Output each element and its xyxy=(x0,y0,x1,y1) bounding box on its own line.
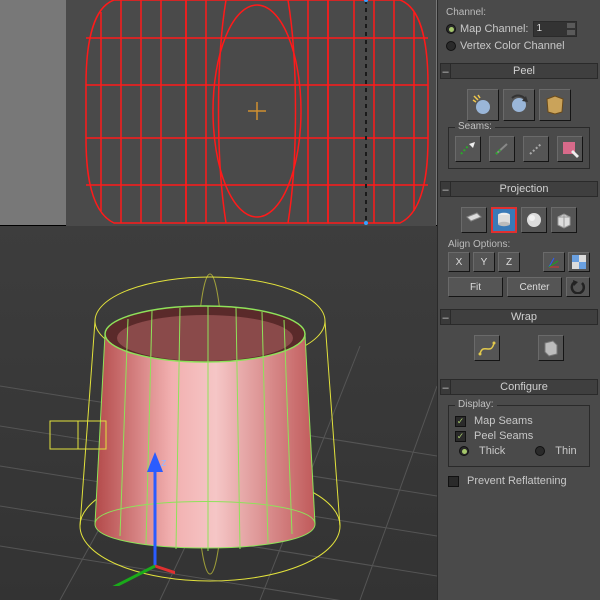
align-normal-button[interactable] xyxy=(543,252,565,272)
collapse-icon[interactable]: – xyxy=(441,380,451,394)
command-panel: Channel: Map Channel: 1 Vertex Color Cha… xyxy=(437,0,600,600)
map-channel-label: Map Channel: xyxy=(460,23,529,35)
configure-title: Configure xyxy=(451,379,597,395)
vertex-color-label: Vertex Color Channel xyxy=(460,40,565,52)
align-view-button[interactable] xyxy=(568,252,590,272)
fit-button[interactable]: Fit xyxy=(448,277,503,297)
map-channel-radio[interactable] xyxy=(446,24,456,34)
transform-gizmo[interactable]: z y xyxy=(35,446,175,586)
point-to-point-seam-button[interactable] xyxy=(523,136,549,162)
align-y-button[interactable]: Y xyxy=(473,252,495,272)
projection-rollout: – Projection Align Options: X xyxy=(440,181,598,303)
wrap-rollout-header[interactable]: – Wrap xyxy=(440,309,598,325)
align-options-label: Align Options: xyxy=(448,239,590,250)
vertex-color-radio[interactable] xyxy=(446,41,456,51)
thin-radio[interactable] xyxy=(535,446,545,456)
configure-rollout-header[interactable]: – Configure xyxy=(440,379,598,395)
seams-label: Seams: xyxy=(455,121,495,132)
quick-peel-button[interactable] xyxy=(467,89,499,121)
uv-mesh xyxy=(66,0,436,226)
edge-sel-to-seam-button[interactable] xyxy=(455,136,481,162)
map-channel-value[interactable]: 1 xyxy=(534,22,566,36)
collapse-icon[interactable]: – xyxy=(441,310,451,324)
spinner-up-icon[interactable] xyxy=(566,22,576,29)
spherical-map-button[interactable] xyxy=(521,207,547,233)
perspective-viewport[interactable]: z y xyxy=(0,226,437,600)
prevent-reflatten-check[interactable] xyxy=(448,476,459,487)
spinner-down-icon[interactable] xyxy=(566,29,576,36)
cylindrical-map-button[interactable] xyxy=(491,207,517,233)
seam-to-edge-sel-button[interactable] xyxy=(489,136,515,162)
pelt-button[interactable] xyxy=(539,89,571,121)
projection-rollout-header[interactable]: – Projection xyxy=(440,181,598,197)
collapse-icon[interactable]: – xyxy=(441,64,451,78)
thick-radio[interactable] xyxy=(459,446,469,456)
uv-canvas-bounds xyxy=(66,0,436,226)
projection-title: Projection xyxy=(451,181,597,197)
wrap-rollout: – Wrap xyxy=(440,309,598,373)
align-z-button[interactable]: Z xyxy=(498,252,520,272)
peel-reset-button[interactable] xyxy=(503,89,535,121)
planar-map-button[interactable] xyxy=(461,207,487,233)
map-channel-spinner[interactable]: 1 xyxy=(533,21,577,37)
peel-rollout: – Peel Seams: xyxy=(440,63,598,175)
center-button[interactable]: Center xyxy=(507,277,562,297)
uv-editor-viewport[interactable] xyxy=(0,0,437,226)
peel-title: Peel xyxy=(451,63,597,79)
unfold-map-button[interactable] xyxy=(538,335,564,361)
svg-text:z: z xyxy=(161,457,167,469)
channel-heading: Channel: xyxy=(446,7,592,18)
configure-rollout: – Configure Display: Map Seams Peel Seam… xyxy=(440,379,598,496)
thick-label: Thick xyxy=(479,445,505,457)
thin-label: Thin xyxy=(555,445,576,457)
wrap-title: Wrap xyxy=(451,309,597,325)
peel-rollout-header[interactable]: – Peel xyxy=(440,63,598,79)
display-label: Display: xyxy=(455,399,497,410)
prevent-reflatten-label: Prevent Reflattening xyxy=(467,475,567,487)
box-map-button[interactable] xyxy=(551,207,577,233)
reset-projection-button[interactable] xyxy=(566,277,590,297)
map-seams-label: Map Seams xyxy=(474,415,533,427)
channel-group: Channel: Map Channel: 1 Vertex Color Cha… xyxy=(438,0,600,61)
peel-seams-check[interactable] xyxy=(455,431,466,442)
edit-seams-button[interactable] xyxy=(557,136,583,162)
peel-seams-label: Peel Seams xyxy=(474,430,533,442)
map-seams-check[interactable] xyxy=(455,416,466,427)
spline-map-button[interactable] xyxy=(474,335,500,361)
collapse-icon[interactable]: – xyxy=(441,182,451,196)
align-x-button[interactable]: X xyxy=(448,252,470,272)
